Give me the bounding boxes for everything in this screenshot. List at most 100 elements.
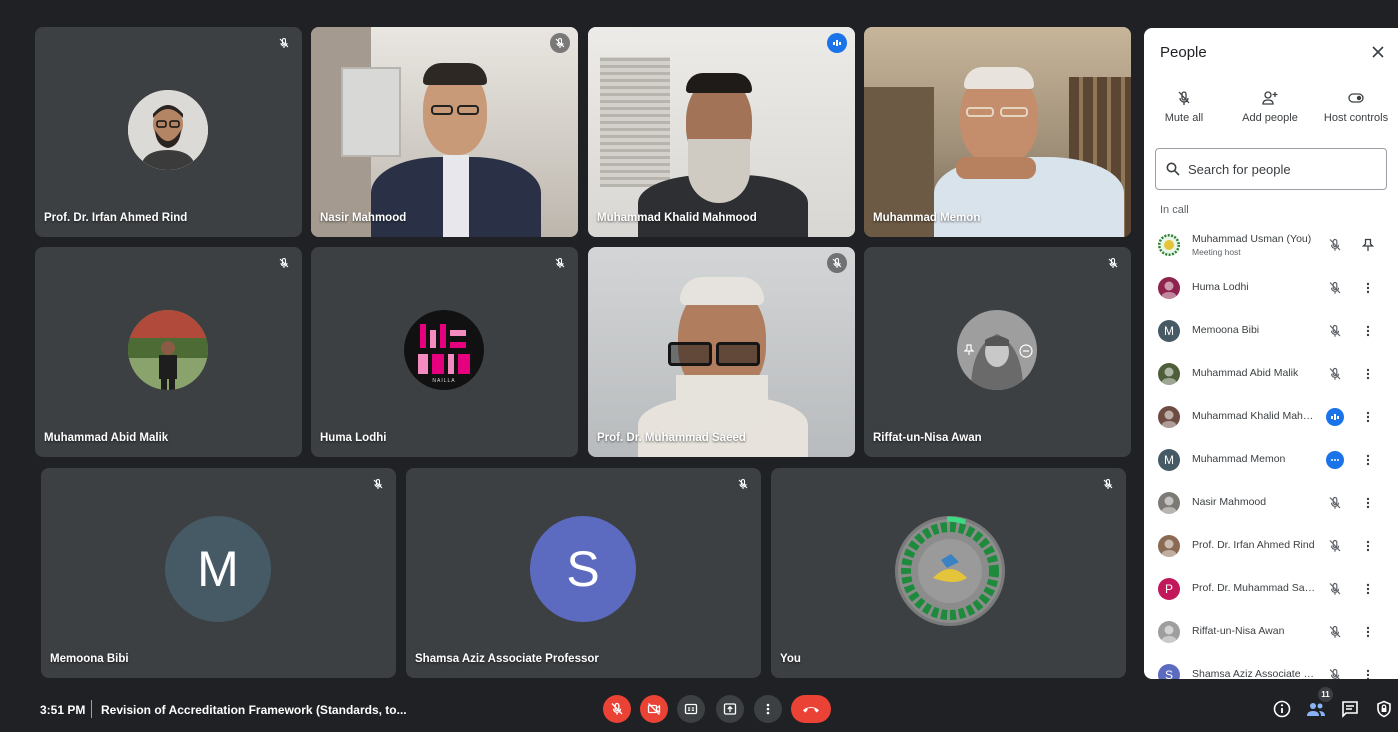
participant-row-host[interactable]: Muhammad Usman (You) Meeting host — [1144, 224, 1398, 267]
participant-row[interactable]: M Memoona Bibi — [1144, 310, 1398, 353]
tile-you[interactable]: You — [771, 468, 1126, 678]
avatar-photo — [128, 310, 208, 390]
host-controls-label: Host controls — [1323, 112, 1389, 124]
participant-row[interactable]: Nasir Mahmood — [1144, 482, 1398, 525]
more-options-icon[interactable] — [1359, 322, 1377, 340]
tile-huma-lodhi[interactable]: NAILLA Huma Lodhi — [311, 247, 578, 457]
muted-mic-icon — [1326, 537, 1344, 555]
present-screen-button[interactable] — [716, 695, 744, 723]
participant-row[interactable]: M Muhammad Memon — [1144, 439, 1398, 482]
meeting-clock: 3:51 PM — [40, 703, 86, 717]
microphone-toggle-button[interactable] — [603, 695, 631, 723]
participant-name: Muhammad Abid Malik — [1192, 367, 1299, 379]
avatar-emblem — [895, 516, 1005, 626]
tile-irfan-rind[interactable]: Prof. Dr. Irfan Ahmed Rind — [35, 27, 302, 237]
participant-row[interactable]: Prof. Dr. Irfan Ahmed Rind — [1144, 525, 1398, 568]
pin-icon[interactable] — [963, 344, 975, 356]
participant-name: Huma Lodhi — [320, 432, 387, 444]
remove-icon[interactable] — [1019, 344, 1033, 358]
more-options-icon[interactable] — [1359, 451, 1377, 469]
camera-off-icon — [647, 703, 661, 715]
tile-memoona-bibi[interactable]: M Memoona Bibi — [41, 468, 396, 678]
hang-up-icon — [803, 707, 819, 713]
avatar-initial: S — [530, 516, 636, 622]
host-safety-button[interactable] — [1373, 698, 1395, 720]
muted-mic-icon — [1326, 666, 1344, 679]
avatar-photo — [1158, 492, 1180, 514]
muted-mic-icon — [827, 253, 847, 273]
video-feed — [588, 247, 855, 457]
muted-mic-icon — [1098, 474, 1118, 494]
meeting-details-button[interactable] — [1271, 698, 1293, 720]
more-options-icon[interactable] — [1359, 537, 1377, 555]
search-input[interactable] — [1188, 161, 1378, 177]
tile-muhammad-saeed[interactable]: Prof. Dr. Muhammad Saeed — [588, 247, 855, 457]
audio-level-icon — [1326, 451, 1344, 469]
host-controls-button[interactable]: Host controls — [1316, 90, 1396, 124]
add-people-label: Add people — [1242, 112, 1298, 124]
participant-name: Muhammad Memon — [873, 212, 981, 224]
more-options-icon[interactable] — [1359, 666, 1377, 679]
more-options-button[interactable] — [754, 695, 782, 723]
more-options-icon[interactable] — [1359, 408, 1377, 426]
pin-icon[interactable] — [1359, 236, 1377, 254]
more-options-icon[interactable] — [1359, 494, 1377, 512]
chat-button[interactable] — [1339, 698, 1361, 720]
more-options-icon[interactable] — [1359, 623, 1377, 641]
mute-all-label: Mute all — [1164, 112, 1204, 124]
tile-abid-malik[interactable]: Muhammad Abid Malik — [35, 247, 302, 457]
panel-actions: Mute all Add people Host controls — [1144, 90, 1398, 140]
more-options-icon[interactable] — [1359, 580, 1377, 598]
avatar-photo — [1158, 277, 1180, 299]
participant-row[interactable]: Huma Lodhi — [1144, 267, 1398, 310]
tile-khalid-mahmood[interactable]: Muhammad Khalid Mahmood — [588, 27, 855, 237]
participant-name: Memoona Bibi — [50, 653, 129, 665]
muted-mic-icon — [1326, 279, 1344, 297]
participant-name: Nasir Mahmood — [1192, 496, 1267, 508]
participant-row[interactable]: P Prof. Dr. Muhammad Saeed — [1144, 568, 1398, 611]
participant-row[interactable]: Muhammad Khalid Mahm... — [1144, 396, 1398, 439]
mute-all-button[interactable]: Mute all — [1144, 90, 1224, 124]
participant-name: Memoona Bibi — [1192, 324, 1260, 336]
avatar-photo — [128, 90, 208, 170]
leave-call-button[interactable] — [791, 695, 831, 723]
mic-off-icon — [611, 702, 623, 715]
in-call-label: In call — [1160, 204, 1189, 216]
more-options-icon[interactable] — [1359, 279, 1377, 297]
avatar-photo — [1158, 406, 1180, 428]
meeting-title: Revision of Accreditation Framework (Sta… — [101, 703, 407, 717]
muted-mic-icon — [274, 253, 294, 273]
muted-mic-icon — [1326, 236, 1344, 254]
participant-row[interactable]: Muhammad Abid Malik — [1144, 353, 1398, 396]
video-feed — [864, 27, 1131, 237]
close-icon[interactable] — [1368, 42, 1388, 62]
participant-list: Muhammad Usman (You) Meeting host Huma L… — [1144, 224, 1398, 679]
participant-name: Muhammad Khalid Mahmood — [597, 212, 757, 224]
more-options-icon[interactable] — [1359, 365, 1377, 383]
tile-nasir-mahmood[interactable]: Nasir Mahmood — [311, 27, 578, 237]
camera-toggle-button[interactable] — [640, 695, 668, 723]
panel-title: People — [1160, 44, 1207, 61]
search-box[interactable] — [1155, 148, 1387, 190]
divider — [91, 700, 92, 718]
captions-button[interactable] — [677, 695, 705, 723]
tile-muhammad-memon[interactable]: Muhammad Memon — [864, 27, 1131, 237]
avatar-photo — [1158, 621, 1180, 643]
tile-riffat-awan[interactable]: Riffat-un-Nisa Awan — [864, 247, 1131, 457]
participant-name: Muhammad Memon — [1192, 453, 1286, 465]
muted-mic-icon — [733, 474, 753, 494]
muted-mic-icon — [1326, 494, 1344, 512]
video-feed — [588, 27, 855, 237]
add-person-icon — [1262, 91, 1278, 105]
tile-shamsa-aziz[interactable]: S Shamsa Aziz Associate Professor — [406, 468, 761, 678]
participant-name: Muhammad Khalid Mahm... — [1192, 410, 1317, 422]
muted-mic-icon — [1326, 322, 1344, 340]
participant-row[interactable]: Riffat-un-Nisa Awan — [1144, 611, 1398, 654]
participant-name: You — [780, 653, 801, 665]
muted-mic-icon — [368, 474, 388, 494]
add-people-button[interactable]: Add people — [1230, 90, 1310, 124]
participant-row[interactable]: S Shamsa Aziz Associate Pr... — [1144, 654, 1398, 679]
mute-all-icon — [1178, 91, 1190, 105]
captions-icon — [684, 703, 698, 715]
participant-name: Prof. Dr. Muhammad Saeed — [597, 432, 746, 444]
